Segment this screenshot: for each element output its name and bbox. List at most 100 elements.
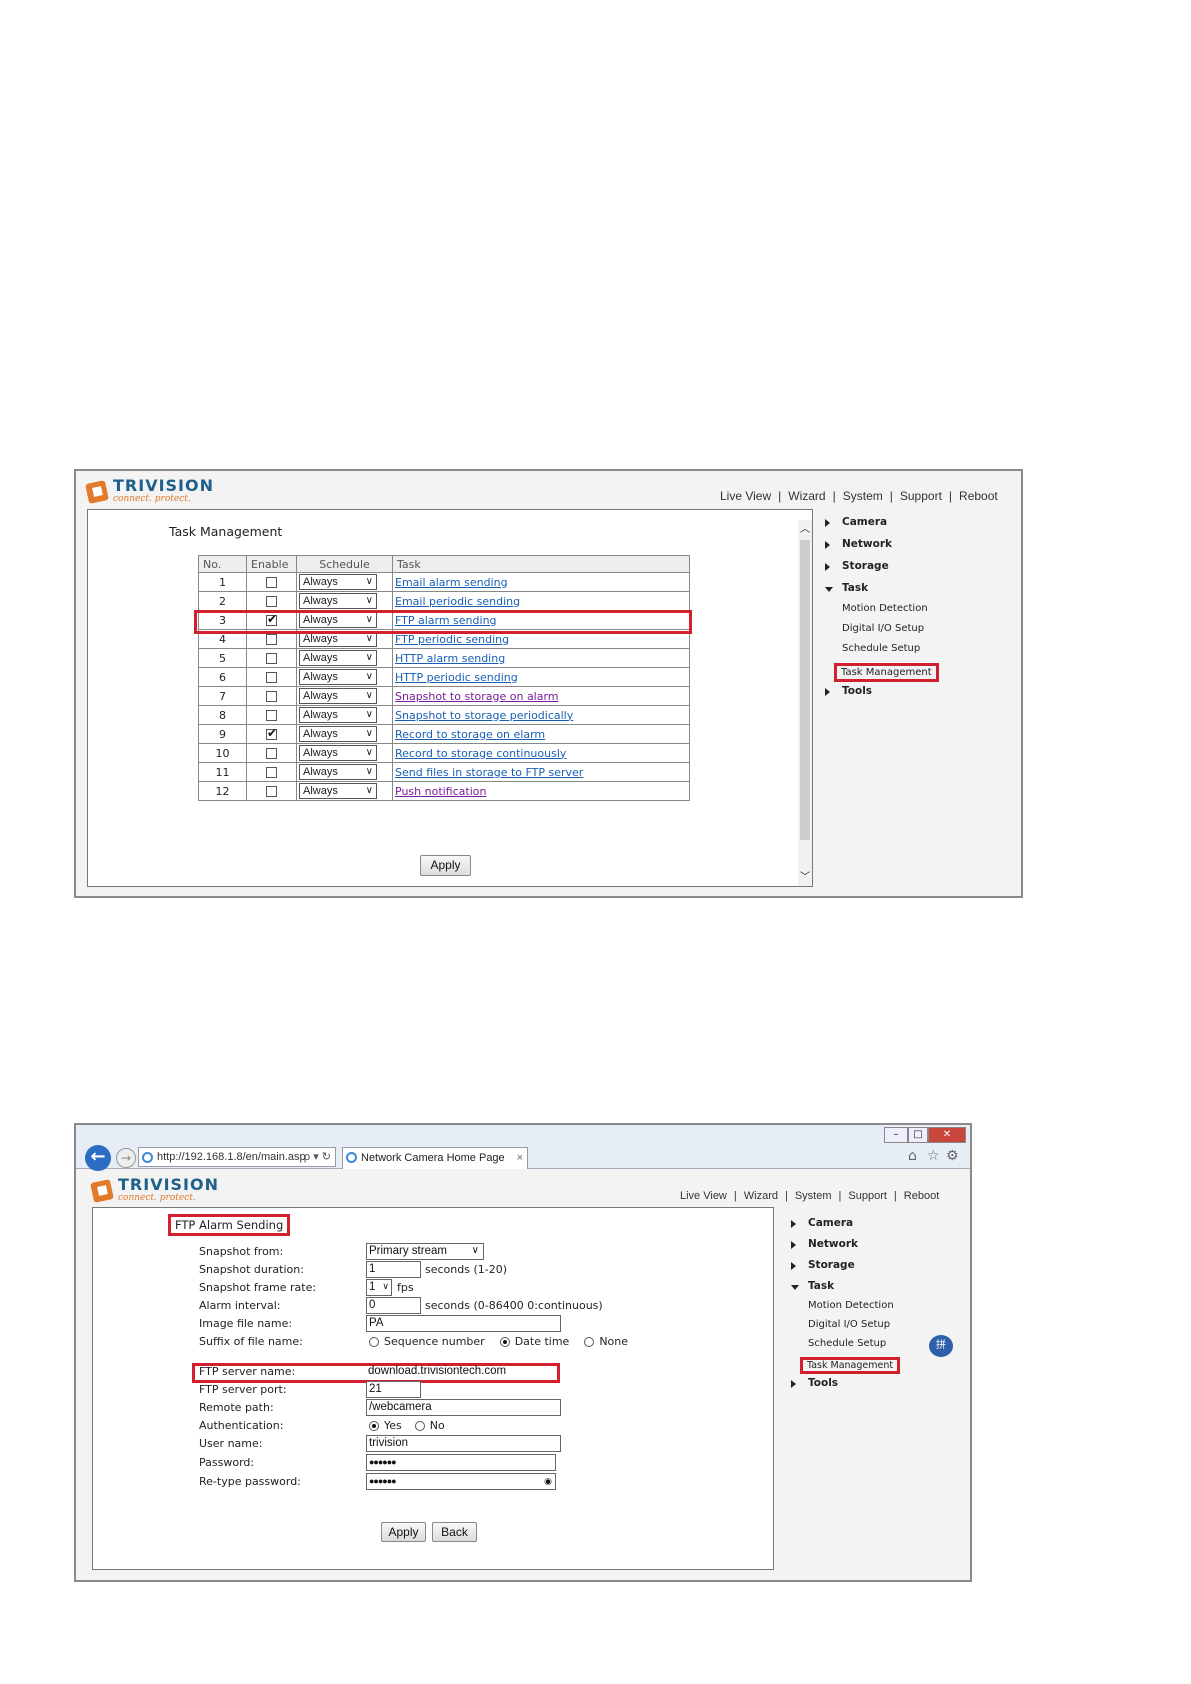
menu-motion-detection[interactable]: Motion Detection [824,603,1019,623]
schedule-select[interactable]: Always ∨ [299,783,377,799]
label-user-name: User name: [199,1437,263,1450]
browser-tab[interactable]: Network Camera Home Page × [342,1147,528,1169]
nav-reboot[interactable]: Reboot [959,489,998,503]
menu-network[interactable]: Network [790,1238,965,1259]
auth-radio-yes[interactable] [369,1421,379,1431]
nav-wizard[interactable]: Wizard [744,1190,778,1202]
apply-button[interactable]: Apply [420,855,471,876]
schedule-select[interactable]: Always ∨ [299,593,377,609]
task-link[interactable]: Snapshot to storage periodically [393,709,573,722]
nav-support[interactable]: Support [848,1190,887,1202]
task-link[interactable]: Send files in storage to FTP server [393,766,583,779]
address-search-icons[interactable]: ρ ▾ ↻ [304,1148,331,1166]
schedule-select[interactable]: Always ∨ [299,764,377,780]
close-window-button[interactable]: ✕ [928,1127,966,1143]
enable-checkbox[interactable] [266,691,277,702]
menu-task-management[interactable]: Task Management [834,663,939,682]
back-arrow-icon[interactable]: ← [85,1145,111,1171]
suffix-radio-datetime[interactable] [499,1337,510,1347]
enable-checkbox[interactable] [266,710,277,721]
nav-system[interactable]: System [843,489,883,503]
enable-checkbox[interactable] [266,634,277,645]
scroll-thumb[interactable] [800,540,810,840]
enable-checkbox[interactable] [266,577,277,588]
task-link[interactable]: HTTP periodic sending [393,671,518,684]
scroll-up-icon[interactable]: ︿ [798,520,812,535]
minimize-button[interactable]: – [884,1127,908,1143]
nav-support[interactable]: Support [900,489,942,503]
enable-checkbox[interactable] [266,786,277,797]
menu-tools[interactable]: Tools [790,1377,965,1397]
enable-checkbox[interactable] [266,748,277,759]
task-link[interactable]: Push notification [393,785,486,798]
schedule-select[interactable]: Always ∨ [299,707,377,723]
task-link[interactable]: FTP periodic sending [393,633,509,646]
menu-network[interactable]: Network [824,538,1019,560]
home-icon[interactable]: ⌂ [908,1148,917,1164]
scroll-down-icon[interactable]: ﹀ [798,868,812,883]
image-file-name-input[interactable]: PA [366,1315,561,1332]
password-input[interactable]: ●●●●●● [366,1454,556,1471]
apply-button[interactable]: Apply [381,1522,426,1542]
frame-rate-select[interactable]: 1 ∨ [366,1279,392,1296]
tab-close-icon[interactable]: × [517,1148,523,1168]
schedule-select[interactable]: Always ∨ [299,688,377,704]
schedule-select[interactable]: Always ∨ [299,574,377,590]
menu-tools[interactable]: Tools [824,685,1019,705]
schedule-select[interactable]: Always ∨ [299,726,377,742]
menu-storage[interactable]: Storage [824,560,1019,582]
menu-task[interactable]: Task [824,582,1019,603]
forward-arrow-icon[interactable]: → [116,1148,136,1168]
suffix-radio-sequence[interactable] [369,1337,379,1347]
ime-language-icon[interactable]: 拼 [929,1335,953,1357]
retype-password-input[interactable]: ●●●●●● ◉ [366,1473,556,1490]
address-bar[interactable]: http://192.168.1.8/en/main.asp ρ ▾ ↻ [138,1147,336,1167]
remote-path-input[interactable]: /webcamera [366,1399,561,1416]
task-link[interactable]: Record to storage continuously [393,747,566,760]
alarm-interval-input[interactable]: 0 [366,1297,421,1314]
label-alarm-interval: Alarm interval: [199,1299,281,1312]
menu-camera[interactable]: Camera [824,516,1019,538]
favorites-star-icon[interactable]: ☆ [927,1148,940,1164]
nav-live-view[interactable]: Live View [680,1190,727,1202]
enable-checkbox[interactable] [266,672,277,683]
enable-cell [246,591,297,611]
suffix-radio-none[interactable] [584,1337,595,1347]
enable-checkbox[interactable] [266,653,277,664]
schedule-select[interactable]: Always ∨ [299,745,377,761]
ftp-server-port-input[interactable]: 21 [366,1381,421,1398]
nav-reboot[interactable]: Reboot [904,1190,939,1202]
schedule-select[interactable]: Always ∨ [299,650,377,666]
menu-storage[interactable]: Storage [790,1259,965,1280]
ftp-server-name-input[interactable]: download.trivisiontech.com [366,1364,557,1381]
nav-system[interactable]: System [795,1190,832,1202]
enable-checkbox[interactable] [266,767,277,778]
menu-task-management[interactable]: Task Management [800,1357,901,1374]
nav-live-view[interactable]: Live View [720,489,771,503]
menu-schedule-setup[interactable]: Schedule Setup [824,643,1019,663]
content-scrollbar[interactable]: ︿ ﹀ [798,520,812,886]
snapshot-duration-input[interactable]: 1 [366,1261,421,1278]
enable-checkbox[interactable] [266,596,277,607]
enable-checkbox[interactable] [266,726,277,740]
chevron-down-icon: ∨ [365,671,373,682]
snapshot-from-select[interactable]: Primary stream ∨ [366,1243,484,1260]
task-link[interactable]: Snapshot to storage on alarm [393,690,559,703]
back-button[interactable]: Back [432,1522,477,1542]
nav-wizard[interactable]: Wizard [788,489,825,503]
task-link[interactable]: Record to storage on elarm [393,728,545,741]
task-link[interactable]: Email periodic sending [393,595,520,608]
menu-digital-io-setup[interactable]: Digital I/O Setup [824,623,1019,643]
reveal-password-icon[interactable]: ◉ [544,1474,552,1489]
auth-radio-no[interactable] [414,1421,425,1431]
menu-camera[interactable]: Camera [790,1217,965,1238]
task-link[interactable]: HTTP alarm sending [393,652,505,665]
maximize-button[interactable]: □ [908,1127,928,1143]
user-name-input[interactable]: trivision [366,1435,561,1452]
table-row: 2 Always ∨ Email periodic sending [198,591,690,611]
schedule-select[interactable]: Always ∨ [299,669,377,685]
settings-gear-icon[interactable]: ⚙ [946,1148,959,1164]
menu-motion-detection[interactable]: Motion Detection [790,1300,965,1319]
menu-task[interactable]: Task [790,1280,965,1300]
task-link[interactable]: Email alarm sending [393,576,508,589]
